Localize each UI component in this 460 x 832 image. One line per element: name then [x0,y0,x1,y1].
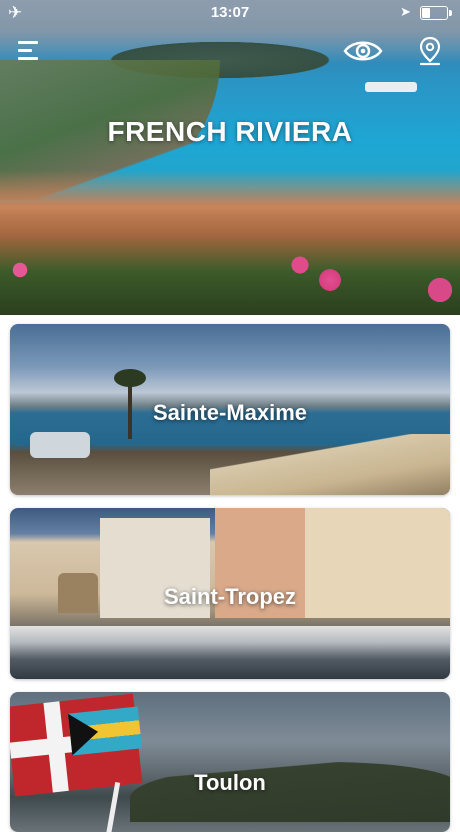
map-pin-icon[interactable] [418,36,442,66]
destination-card-saint-tropez[interactable]: Saint-Tropez [10,508,450,679]
page-title: FRENCH RIVIERA [107,116,353,147]
battery-icon [420,6,452,20]
hero-image: ✈ 13:07 ➤ FRENCH RIVIERA [0,0,460,315]
location-arrow-icon: ➤ [400,4,411,19]
destination-label: Saint-Tropez [163,584,296,609]
flag-image [67,706,143,756]
hamburger-menu-icon[interactable] [18,40,42,62]
battery-level [422,8,430,18]
status-time: 13:07 [210,4,250,21]
eye-icon[interactable] [343,38,383,64]
destination-label: Sainte-Maxime [152,400,308,425]
town-image-area [0,170,460,315]
status-bar: ✈ 13:07 ➤ [0,0,460,26]
boat-image [365,82,417,92]
destination-card-sainte-maxime[interactable]: Sainte-Maxime [10,324,450,495]
destination-card-toulon[interactable]: Toulon [10,692,450,832]
destination-label: Toulon [194,770,266,795]
